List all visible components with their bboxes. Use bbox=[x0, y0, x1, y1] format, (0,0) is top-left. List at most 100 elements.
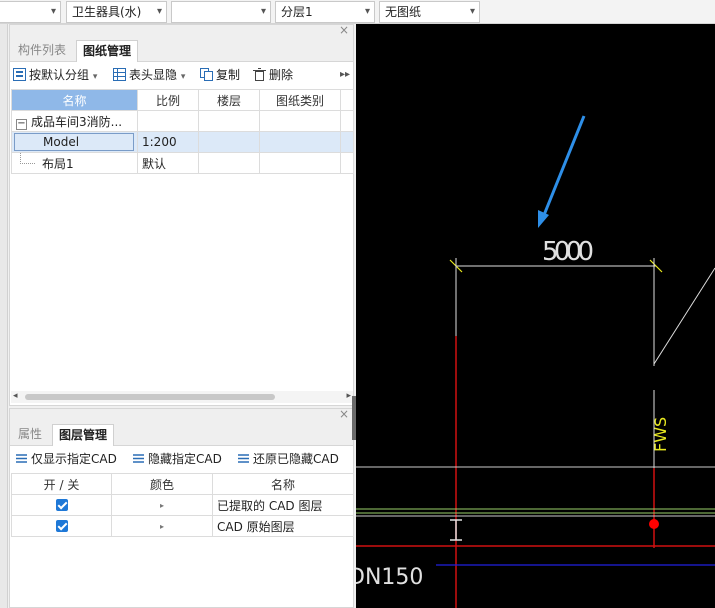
chevron-down-icon: ▾ bbox=[50, 6, 56, 17]
close-icon[interactable]: × bbox=[339, 407, 349, 421]
pipe-size-text: DN150 bbox=[356, 565, 423, 590]
pipe-marker-point[interactable] bbox=[649, 519, 659, 529]
layers-show-icon bbox=[15, 452, 28, 465]
column-header-layer-name[interactable]: 名称 bbox=[212, 473, 354, 495]
tab-component-list[interactable]: 构件列表 bbox=[12, 40, 72, 61]
layer-visible-checkbox[interactable] bbox=[55, 520, 68, 532]
header-display-label: 表头显隐 bbox=[129, 68, 178, 82]
tab-layer-management[interactable]: 图层管理 bbox=[52, 424, 115, 446]
layer-color-cell[interactable]: ▸ bbox=[111, 494, 213, 516]
expand-arrow-icon: ▸ bbox=[159, 521, 164, 531]
cad-drawing-canvas[interactable]: 5000 FWS DN150 bbox=[356, 24, 715, 608]
tab-drawing-management[interactable]: 图纸管理 bbox=[76, 40, 139, 62]
layer-toggle-cell bbox=[11, 494, 112, 516]
table-row[interactable]: Model 1:200 bbox=[11, 131, 354, 153]
layers-hide-icon bbox=[132, 452, 145, 465]
drawing-dropdown[interactable]: 无图纸 ▾ bbox=[379, 1, 480, 23]
layer-panel-toolbar: 仅显示指定CAD 隐藏指定CAD 还原已隐藏CAD bbox=[10, 446, 353, 472]
layers-restore-icon bbox=[237, 452, 250, 465]
row-floor bbox=[198, 152, 260, 174]
chevron-down-icon: ▾ bbox=[156, 6, 162, 17]
dropdown-value: 卫生器具(水) bbox=[72, 5, 142, 19]
table-row[interactable]: ▸ CAD 原始图层 bbox=[11, 515, 354, 537]
row-category bbox=[259, 131, 341, 153]
drawing-management-panel: × 构件列表 图纸管理 按默认分组 ▾ 表头显隐 ▾ 复制 删除 ▸▸ 名称 比… bbox=[9, 23, 354, 406]
row-category bbox=[259, 152, 341, 174]
show-only-cad-button[interactable]: 仅显示指定CAD bbox=[15, 450, 117, 468]
row-name-cell: Model bbox=[11, 131, 138, 153]
hide-cad-button[interactable]: 隐藏指定CAD bbox=[132, 450, 222, 468]
annotation-arrow-head bbox=[538, 210, 549, 228]
delete-label: 删除 bbox=[269, 68, 294, 82]
row-category bbox=[259, 110, 341, 132]
row-name: 布局1 bbox=[42, 156, 74, 171]
column-header-spacer bbox=[340, 89, 354, 111]
more-tools-icon[interactable]: ▸▸ bbox=[340, 66, 350, 84]
row-name-cell: 布局1 bbox=[11, 152, 138, 174]
left-side-strip bbox=[0, 24, 8, 608]
table-row[interactable]: 布局1 默认 bbox=[11, 152, 354, 174]
dimension-text: 5000 bbox=[542, 237, 594, 267]
row-scale bbox=[137, 110, 199, 132]
layer-dropdown[interactable]: 分层1 ▾ bbox=[275, 1, 375, 23]
expand-arrow-icon: ▸ bbox=[159, 500, 164, 510]
table-row[interactable]: − 成品车间3消防... bbox=[11, 110, 354, 132]
chevron-down-icon: ▾ bbox=[260, 6, 266, 17]
copy-icon bbox=[200, 68, 213, 81]
table-header-row: 开 / 关 颜色 名称 bbox=[11, 473, 354, 495]
row-scale: 1:200 bbox=[137, 131, 199, 153]
trash-icon bbox=[253, 68, 266, 81]
tree-line bbox=[20, 153, 35, 164]
row-spacer bbox=[340, 152, 354, 174]
table-header-icon bbox=[113, 68, 126, 81]
column-header-category[interactable]: 图纸类别 bbox=[259, 89, 341, 111]
row-name-cell: − 成品车间3消防... bbox=[11, 110, 138, 132]
column-header-floor[interactable]: 楼层 bbox=[198, 89, 260, 111]
restore-hidden-cad-button[interactable]: 还原已隐藏CAD bbox=[237, 450, 339, 468]
header-display-button[interactable]: 表头显隐 ▾ bbox=[113, 66, 185, 84]
dropdown-value: 无图纸 bbox=[385, 5, 422, 19]
pipe-label-fws: FWS bbox=[651, 417, 670, 452]
dropdown-value: 分层1 bbox=[281, 5, 313, 19]
component-dropdown[interactable]: 卫生器具(水) ▾ bbox=[66, 1, 167, 23]
annotation-arrow-shaft bbox=[540, 115, 586, 221]
sub-component-dropdown[interactable]: ▾ bbox=[171, 1, 271, 23]
scroll-left-icon[interactable]: ◂ bbox=[13, 391, 18, 401]
scroll-right-icon[interactable]: ▸ bbox=[346, 391, 351, 401]
layer-panel-tabs: 属性 图层管理 bbox=[10, 423, 353, 446]
drawing-table: 名称 比例 楼层 图纸类别 − 成品车间3消防... Model 1:200 布… bbox=[11, 89, 354, 174]
panel-title-strip: × bbox=[10, 23, 353, 39]
layer-table: 开 / 关 颜色 名称 ▸ 已提取的 CAD 图层 ▸ CAD 原始图层 bbox=[11, 473, 354, 537]
component-type-dropdown[interactable]: ▾ bbox=[0, 1, 61, 23]
scrollbar-thumb[interactable] bbox=[25, 394, 275, 400]
column-header-name[interactable]: 名称 bbox=[11, 89, 138, 111]
diagonal-line bbox=[653, 267, 715, 365]
chevron-down-icon: ▾ bbox=[469, 6, 475, 17]
tab-properties[interactable]: 属性 bbox=[12, 424, 48, 445]
row-name: Model bbox=[14, 133, 134, 151]
drawing-panel-tabs: 构件列表 图纸管理 bbox=[10, 39, 353, 62]
horizontal-scrollbar[interactable]: ◂ ▸ bbox=[11, 391, 353, 403]
close-icon[interactable]: × bbox=[339, 23, 349, 37]
column-header-scale[interactable]: 比例 bbox=[137, 89, 199, 111]
table-row[interactable]: ▸ 已提取的 CAD 图层 bbox=[11, 494, 354, 516]
chevron-down-icon: ▾ bbox=[92, 72, 98, 82]
group-by-default-button[interactable]: 按默认分组 ▾ bbox=[13, 66, 97, 84]
column-header-on-off[interactable]: 开 / 关 bbox=[11, 473, 112, 495]
delete-button[interactable]: 删除 bbox=[253, 66, 293, 84]
layer-name: 已提取的 CAD 图层 bbox=[212, 494, 354, 516]
collapse-icon[interactable]: − bbox=[16, 118, 27, 130]
layer-color-cell[interactable]: ▸ bbox=[111, 515, 213, 537]
row-floor bbox=[198, 110, 260, 132]
panel-title-strip: × bbox=[10, 407, 353, 423]
row-spacer bbox=[340, 131, 354, 153]
layer-visible-checkbox[interactable] bbox=[55, 499, 68, 511]
copy-label: 复制 bbox=[216, 68, 241, 82]
show-only-label: 仅显示指定CAD bbox=[31, 452, 117, 466]
layer-management-panel: × 属性 图层管理 仅显示指定CAD 隐藏指定CAD 还原已隐藏CAD 开 / … bbox=[9, 407, 354, 608]
row-name: 成品车间3消防... bbox=[31, 114, 123, 129]
group-icon bbox=[13, 68, 26, 81]
cad-drawing: 5000 FWS DN150 bbox=[356, 115, 715, 608]
column-header-color[interactable]: 颜色 bbox=[111, 473, 213, 495]
copy-button[interactable]: 复制 bbox=[200, 66, 240, 84]
